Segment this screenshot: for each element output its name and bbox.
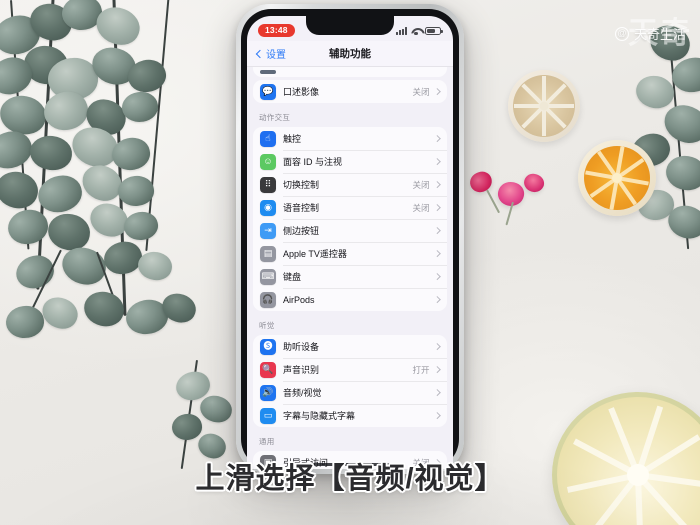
list-item-label: 触控 bbox=[283, 134, 302, 144]
list-item[interactable]: ▤ Apple TV遥控器 bbox=[253, 242, 447, 265]
section-header: 听觉 bbox=[259, 321, 275, 330]
chevron-right-icon bbox=[433, 389, 440, 396]
dried-orange-slice bbox=[578, 140, 656, 216]
watermark-text: 天奇生活 bbox=[633, 27, 686, 42]
list-item-partial[interactable] bbox=[253, 67, 447, 77]
back-button-label: 设置 bbox=[266, 50, 286, 61]
chevron-right-icon bbox=[433, 158, 440, 165]
touch-icon: ☝ bbox=[260, 130, 276, 147]
recording-time-pill: 13:48 bbox=[258, 24, 295, 37]
list-item[interactable]: ▭ 字幕与隐藏式字幕 bbox=[253, 404, 447, 427]
partial-row-icon bbox=[260, 70, 276, 74]
accessibility-settings-list[interactable]: 💬 口述影像 关闭 动作交互 ☝ 触控 ☺ 面容 ID 与注视 ⠿ 切换控制 关闭 ◉ 语音控制 关闭 ⇥ 侧… bbox=[247, 67, 453, 469]
settings-group: ☝ 触控 ☺ 面容 ID 与注视 ⠿ 切换控制 关闭 ◉ 语音控制 关闭 ⇥ 侧边按钮 ▤ Apple T… bbox=[253, 127, 447, 311]
section-header: 通用 bbox=[259, 437, 275, 446]
list-item-label: 声音识别 bbox=[283, 365, 320, 375]
navigation-bar: 设置 辅助功能 bbox=[247, 41, 453, 67]
list-item-label: Apple TV遥控器 bbox=[283, 249, 347, 259]
audio-description-icon: 💬 bbox=[260, 83, 276, 100]
subtitles-captioning-icon: ▭ bbox=[260, 407, 276, 424]
chevron-right-icon bbox=[433, 366, 440, 373]
list-item-label: 键盘 bbox=[283, 272, 302, 282]
notch bbox=[306, 16, 394, 35]
chevron-right-icon bbox=[433, 227, 440, 234]
chevron-right-icon bbox=[433, 88, 440, 95]
face-id-icon: ☺ bbox=[260, 153, 276, 170]
back-button[interactable]: 设置 bbox=[255, 46, 286, 61]
list-item-label: 侧边按钮 bbox=[283, 226, 320, 236]
list-item-value: 打开 bbox=[412, 364, 430, 375]
keyboard-icon: ⌨ bbox=[260, 268, 276, 285]
list-item[interactable]: ☺ 面容 ID 与注视 bbox=[253, 150, 447, 173]
cellular-bars-icon bbox=[396, 27, 407, 35]
list-item[interactable]: 🎧 AirPods bbox=[253, 288, 447, 311]
list-item-label: AirPods bbox=[283, 294, 315, 305]
hearing-devices-icon: 🅢 bbox=[260, 338, 276, 355]
switch-control-icon: ⠿ bbox=[260, 176, 276, 193]
phone-screen: 13:48 设置 辅助功能 💬 口述影像 关闭 动作交互 ☝ 触控 ☺ 面容 I… bbox=[247, 16, 453, 469]
side-button-icon: ⇥ bbox=[260, 222, 276, 239]
list-item-value: 关闭 bbox=[412, 86, 430, 97]
chevron-right-icon bbox=[433, 135, 440, 142]
list-item[interactable]: ☝ 触控 bbox=[253, 127, 447, 150]
settings-group: 🅢 助听设备 🔍 声音识别 打开 🔊 音频/视觉 ▭ 字幕与隐藏式字幕 bbox=[253, 335, 447, 427]
voice-control-icon: ◉ bbox=[260, 199, 276, 216]
battery-icon bbox=[425, 26, 443, 35]
list-item-label: 字幕与隐藏式字幕 bbox=[283, 411, 356, 421]
sound-recognition-icon: 🔍 bbox=[260, 361, 276, 378]
airpods-icon: 🎧 bbox=[260, 291, 276, 308]
list-item-label: 语音控制 bbox=[283, 203, 320, 213]
audio-visual-icon: 🔊 bbox=[260, 384, 276, 401]
chevron-right-icon bbox=[433, 296, 440, 303]
list-item[interactable]: ⠿ 切换控制 关闭 bbox=[253, 173, 447, 196]
phone-bezel: 13:48 设置 辅助功能 💬 口述影像 关闭 动作交互 ☝ 触控 ☺ 面容 I… bbox=[241, 9, 459, 469]
list-item[interactable]: 🔊 音频/视觉 bbox=[253, 381, 447, 404]
chevron-right-icon bbox=[433, 412, 440, 419]
list-item[interactable]: ⇥ 侧边按钮 bbox=[253, 219, 447, 242]
list-item[interactable]: 💬 口述影像 关闭 bbox=[253, 80, 447, 103]
apple-tv-remote-icon: ▤ bbox=[260, 245, 276, 262]
status-indicators bbox=[396, 26, 443, 35]
chevron-right-icon bbox=[433, 250, 440, 257]
section-header: 动作交互 bbox=[259, 113, 291, 122]
list-item-value: 关闭 bbox=[412, 179, 430, 190]
at-sign-icon: @ bbox=[614, 26, 629, 41]
list-item-value: 关闭 bbox=[412, 202, 430, 213]
list-item[interactable]: 🅢 助听设备 bbox=[253, 335, 447, 358]
chevron-left-icon bbox=[255, 49, 265, 58]
list-item-label: 助听设备 bbox=[283, 342, 320, 352]
chevron-right-icon bbox=[433, 343, 440, 350]
list-item-label: 面容 ID 与注视 bbox=[283, 157, 343, 167]
chevron-right-icon bbox=[433, 273, 440, 280]
list-item-label: 切换控制 bbox=[283, 180, 320, 190]
chevron-right-icon bbox=[433, 181, 440, 188]
list-item-label: 音频/视觉 bbox=[283, 388, 322, 398]
dried-lemon-slice bbox=[508, 70, 580, 142]
list-item[interactable]: ◉ 语音控制 关闭 bbox=[253, 196, 447, 219]
watermark: @ 天奇生活 bbox=[614, 24, 686, 43]
list-item[interactable]: 🔍 声音识别 打开 bbox=[253, 358, 447, 381]
chevron-right-icon bbox=[433, 204, 440, 211]
iphone-device: 13:48 设置 辅助功能 💬 口述影像 关闭 动作交互 ☝ 触控 ☺ 面容 I… bbox=[236, 4, 464, 474]
list-item[interactable]: ⌨ 键盘 bbox=[253, 265, 447, 288]
list-item-label: 口述影像 bbox=[283, 87, 320, 97]
settings-group: 💬 口述影像 关闭 bbox=[253, 80, 447, 103]
video-caption: 上滑选择【音频/视觉】 bbox=[195, 463, 505, 495]
wifi-icon bbox=[411, 27, 421, 35]
